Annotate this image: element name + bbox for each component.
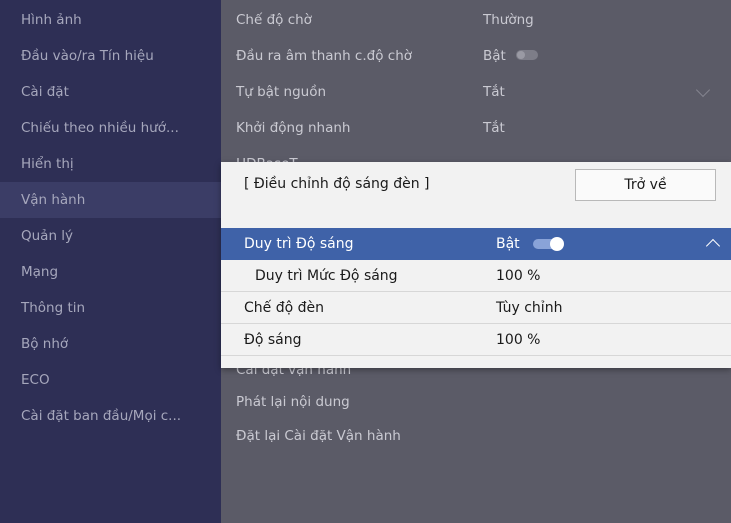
- sidebar-item-signal-io[interactable]: Đầu vào/ra Tín hiệu: [0, 38, 221, 74]
- setting-row-quick-startup[interactable]: Khởi động nhanh Tắt: [221, 110, 731, 146]
- setting-label: Chế độ chờ: [236, 12, 312, 28]
- setting-row-standby-audio-out[interactable]: Đầu ra âm thanh c.độ chờ Bật: [221, 38, 731, 74]
- sidebar-item-settings[interactable]: Cài đặt: [0, 74, 221, 110]
- dialog-row-label: Độ sáng: [244, 332, 302, 348]
- setting-label: Khởi động nhanh: [236, 120, 351, 136]
- dialog-row-brightness[interactable]: Độ sáng 100 %: [221, 324, 731, 356]
- setting-value-text: Bật: [483, 48, 506, 64]
- setting-value: Tắt: [483, 84, 505, 100]
- sidebar-item-initial-settings[interactable]: Cài đặt ban đầu/Mọi c...: [0, 398, 221, 434]
- setting-value: Tắt: [483, 120, 505, 136]
- dialog-row-label: Duy trì Mức Độ sáng: [255, 268, 398, 284]
- setting-row-content-playback[interactable]: Phát lại nội dung: [221, 384, 731, 420]
- dialog-row-constant-brightness-level[interactable]: Duy trì Mức Độ sáng 100 %: [221, 260, 731, 292]
- sidebar-item-operation[interactable]: Vận hành: [0, 182, 221, 218]
- sidebar-item-multi-projection[interactable]: Chiếu theo nhiều hướ...: [0, 110, 221, 146]
- sidebar-item-management[interactable]: Quản lý: [0, 218, 221, 254]
- sidebar-item-network[interactable]: Mạng: [0, 254, 221, 290]
- setting-value: Bật: [483, 38, 538, 74]
- setting-label: Tự bật nguồn: [236, 84, 327, 100]
- dialog-row-value: 100 %: [496, 332, 541, 348]
- sidebar-item-display[interactable]: Hiển thị: [0, 146, 221, 182]
- dialog-title: [ Điều chỉnh độ sáng đèn ]: [244, 176, 430, 192]
- setting-value: Thường: [483, 12, 534, 28]
- sidebar: Hình ảnh Đầu vào/ra Tín hiệu Cài đặt Chi…: [0, 0, 221, 523]
- sidebar-item-memory[interactable]: Bộ nhớ: [0, 326, 221, 362]
- setting-label: Phát lại nội dung: [236, 394, 350, 410]
- setting-row-standby-mode[interactable]: Chế độ chờ Thường: [221, 2, 731, 38]
- chevron-down-icon[interactable]: [695, 82, 711, 98]
- toggle-switch[interactable]: [515, 50, 538, 60]
- dialog-row-value: Bật: [496, 236, 520, 252]
- dialog-row-label: Duy trì Độ sáng: [244, 236, 354, 252]
- dialog-row-constant-brightness[interactable]: Duy trì Độ sáng Bật: [221, 228, 731, 260]
- dialog-row-value: Tùy chỉnh: [496, 300, 563, 316]
- setting-label: Đầu ra âm thanh c.độ chờ: [236, 48, 413, 64]
- dialog-row-lamp-mode[interactable]: Chế độ đèn Tùy chỉnh: [221, 292, 731, 324]
- chevron-up-icon[interactable]: [705, 238, 721, 254]
- setting-row-auto-power-on[interactable]: Tự bật nguồn Tắt: [221, 74, 731, 110]
- sidebar-item-eco[interactable]: ECO: [0, 362, 221, 398]
- dialog-row-label: Chế độ đèn: [244, 300, 324, 316]
- brightness-dialog: [ Điều chỉnh độ sáng đèn ] Trở về Duy tr…: [221, 162, 731, 368]
- sidebar-item-image[interactable]: Hình ảnh: [0, 2, 221, 38]
- toggle-switch[interactable]: [533, 237, 564, 251]
- sidebar-item-information[interactable]: Thông tin: [0, 290, 221, 326]
- back-button[interactable]: Trở về: [575, 169, 716, 201]
- setting-row-reset-operation[interactable]: Đặt lại Cài đặt Vận hành: [221, 418, 731, 454]
- setting-label: Đặt lại Cài đặt Vận hành: [236, 428, 401, 444]
- dialog-row-value: 100 %: [496, 268, 541, 284]
